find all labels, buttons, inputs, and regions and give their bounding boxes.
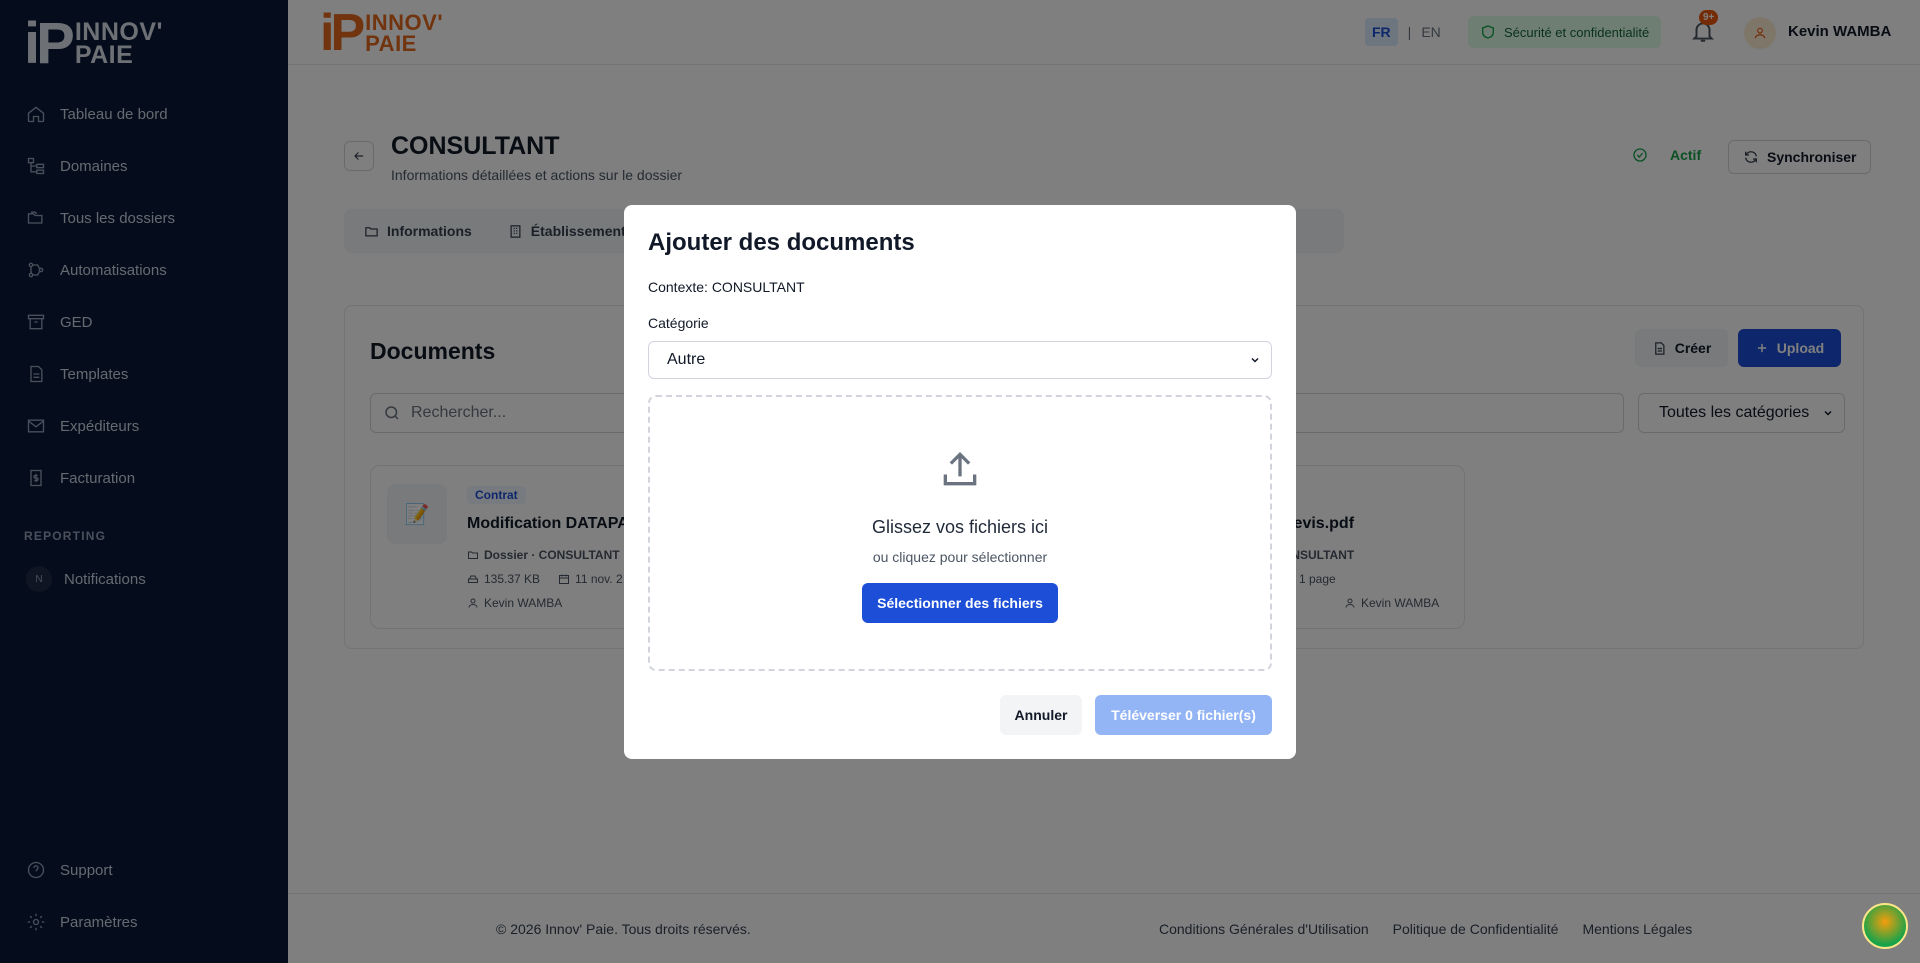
category-select-value: Autre bbox=[667, 351, 706, 368]
dropzone-title: Glissez vos fichiers ici bbox=[871, 517, 1049, 537]
modal-title: Ajouter des documents bbox=[648, 229, 915, 256]
select-files-button[interactable]: Sélectionner des fichiers bbox=[862, 583, 1058, 623]
upload-submit-button[interactable]: Téléverser 0 fichier(s) bbox=[1095, 695, 1272, 735]
chevron-down-icon bbox=[1251, 357, 1259, 363]
upload-icon bbox=[943, 451, 977, 486]
add-documents-dialog: Ajouter des documents Contexte: CONSULTA… bbox=[624, 205, 1296, 759]
modal-backdrop[interactable]: Ajouter des documents Contexte: CONSULTA… bbox=[0, 0, 1920, 963]
category-label: Catégorie bbox=[648, 315, 709, 331]
cancel-button[interactable]: Annuler bbox=[1000, 695, 1082, 735]
dropzone-subtitle: ou cliquez pour sélectionner bbox=[872, 549, 1048, 565]
modal-context: Contexte: CONSULTANT bbox=[648, 279, 805, 295]
assistant-bubble-icon[interactable] bbox=[1862, 903, 1908, 949]
category-select[interactable]: Autre bbox=[648, 341, 1272, 379]
file-dropzone[interactable]: Glissez vos fichiers ici ou cliquez pour… bbox=[648, 395, 1272, 671]
